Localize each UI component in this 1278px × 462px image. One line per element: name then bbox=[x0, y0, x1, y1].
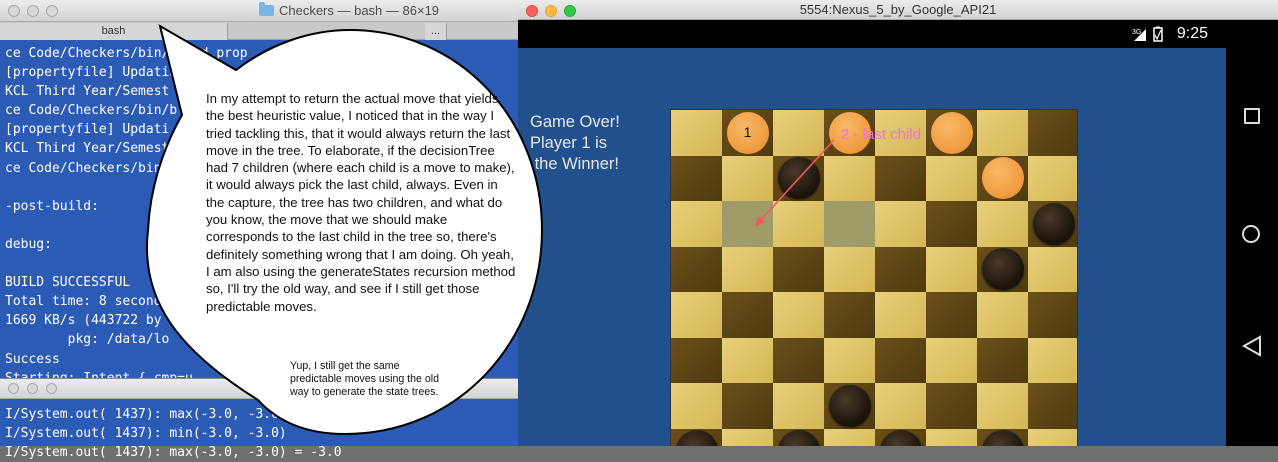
speech-bubble bbox=[146, 23, 544, 436]
bubble-followup-text: Yup, I still get the same predictable mo… bbox=[290, 360, 439, 398]
bubble-main-text: In my attempt to return the actual move … bbox=[206, 91, 516, 314]
